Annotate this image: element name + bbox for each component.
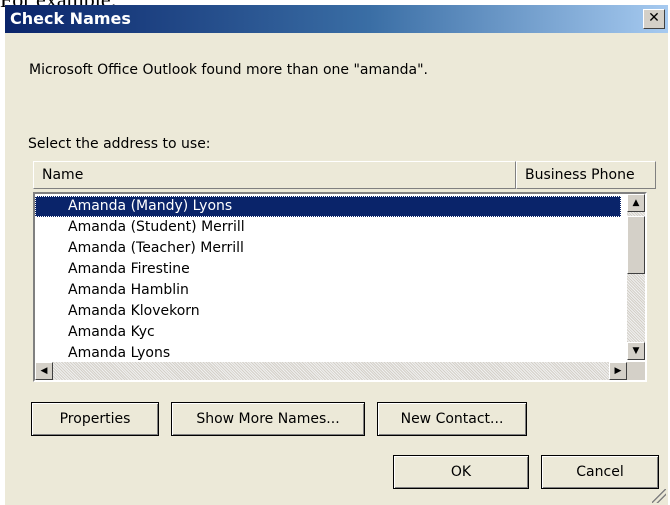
list-item[interactable]: Amanda Lyons: [35, 343, 621, 364]
ok-button[interactable]: OK: [393, 455, 529, 489]
list-item[interactable]: Amanda Hamblin: [35, 280, 621, 301]
check-names-dialog: Check Names ✕ Microsoft Office Outlook f…: [5, 5, 668, 505]
list-item[interactable]: Amanda Kyc: [35, 322, 621, 343]
select-address-label: Select the address to use:: [28, 136, 211, 152]
resize-grip-icon[interactable]: [652, 489, 666, 503]
scroll-down-button[interactable]: ▼: [627, 342, 645, 360]
close-button[interactable]: ✕: [643, 9, 665, 29]
address-listbox[interactable]: Amanda (Mandy) Lyons Amanda (Student) Me…: [33, 192, 647, 382]
arrow-up-icon: ▲: [632, 198, 640, 208]
new-contact-button[interactable]: New Contact...: [377, 402, 527, 436]
arrow-right-icon: ▶: [614, 366, 622, 376]
vertical-scroll-thumb[interactable]: [627, 216, 645, 274]
list-item[interactable]: Amanda Klovekorn: [35, 301, 621, 322]
dialog-message: Microsoft Office Outlook found more than…: [29, 62, 428, 78]
scroll-left-button[interactable]: ◀: [35, 362, 53, 380]
list-item[interactable]: Amanda (Student) Merrill: [35, 217, 621, 238]
title-bar[interactable]: Check Names ✕: [5, 5, 668, 33]
list-item[interactable]: Amanda (Mandy) Lyons: [35, 196, 621, 217]
arrow-left-icon: ◀: [40, 366, 48, 376]
dialog-title: Check Names: [10, 9, 131, 28]
column-header-name[interactable]: Name: [33, 161, 516, 189]
scrollbar-corner: [627, 362, 645, 380]
scroll-up-button[interactable]: ▲: [627, 194, 645, 212]
list-item[interactable]: Amanda (Teacher) Merrill: [35, 238, 621, 259]
arrow-down-icon: ▼: [632, 346, 640, 356]
list-item[interactable]: Amanda Firestine: [35, 259, 621, 280]
show-more-names-button[interactable]: Show More Names...: [171, 402, 365, 436]
close-icon: ✕: [648, 10, 660, 26]
horizontal-scrollbar[interactable]: ◀ ▶: [35, 362, 627, 380]
scroll-right-button[interactable]: ▶: [609, 362, 627, 380]
properties-button[interactable]: Properties: [31, 402, 159, 436]
list-items: Amanda (Mandy) Lyons Amanda (Student) Me…: [35, 196, 621, 364]
cancel-button[interactable]: Cancel: [541, 455, 659, 489]
column-header-business-phone[interactable]: Business Phone: [516, 161, 656, 189]
vertical-scrollbar[interactable]: ▲ ▼: [627, 194, 645, 360]
list-header: Name Business Phone: [33, 161, 656, 189]
